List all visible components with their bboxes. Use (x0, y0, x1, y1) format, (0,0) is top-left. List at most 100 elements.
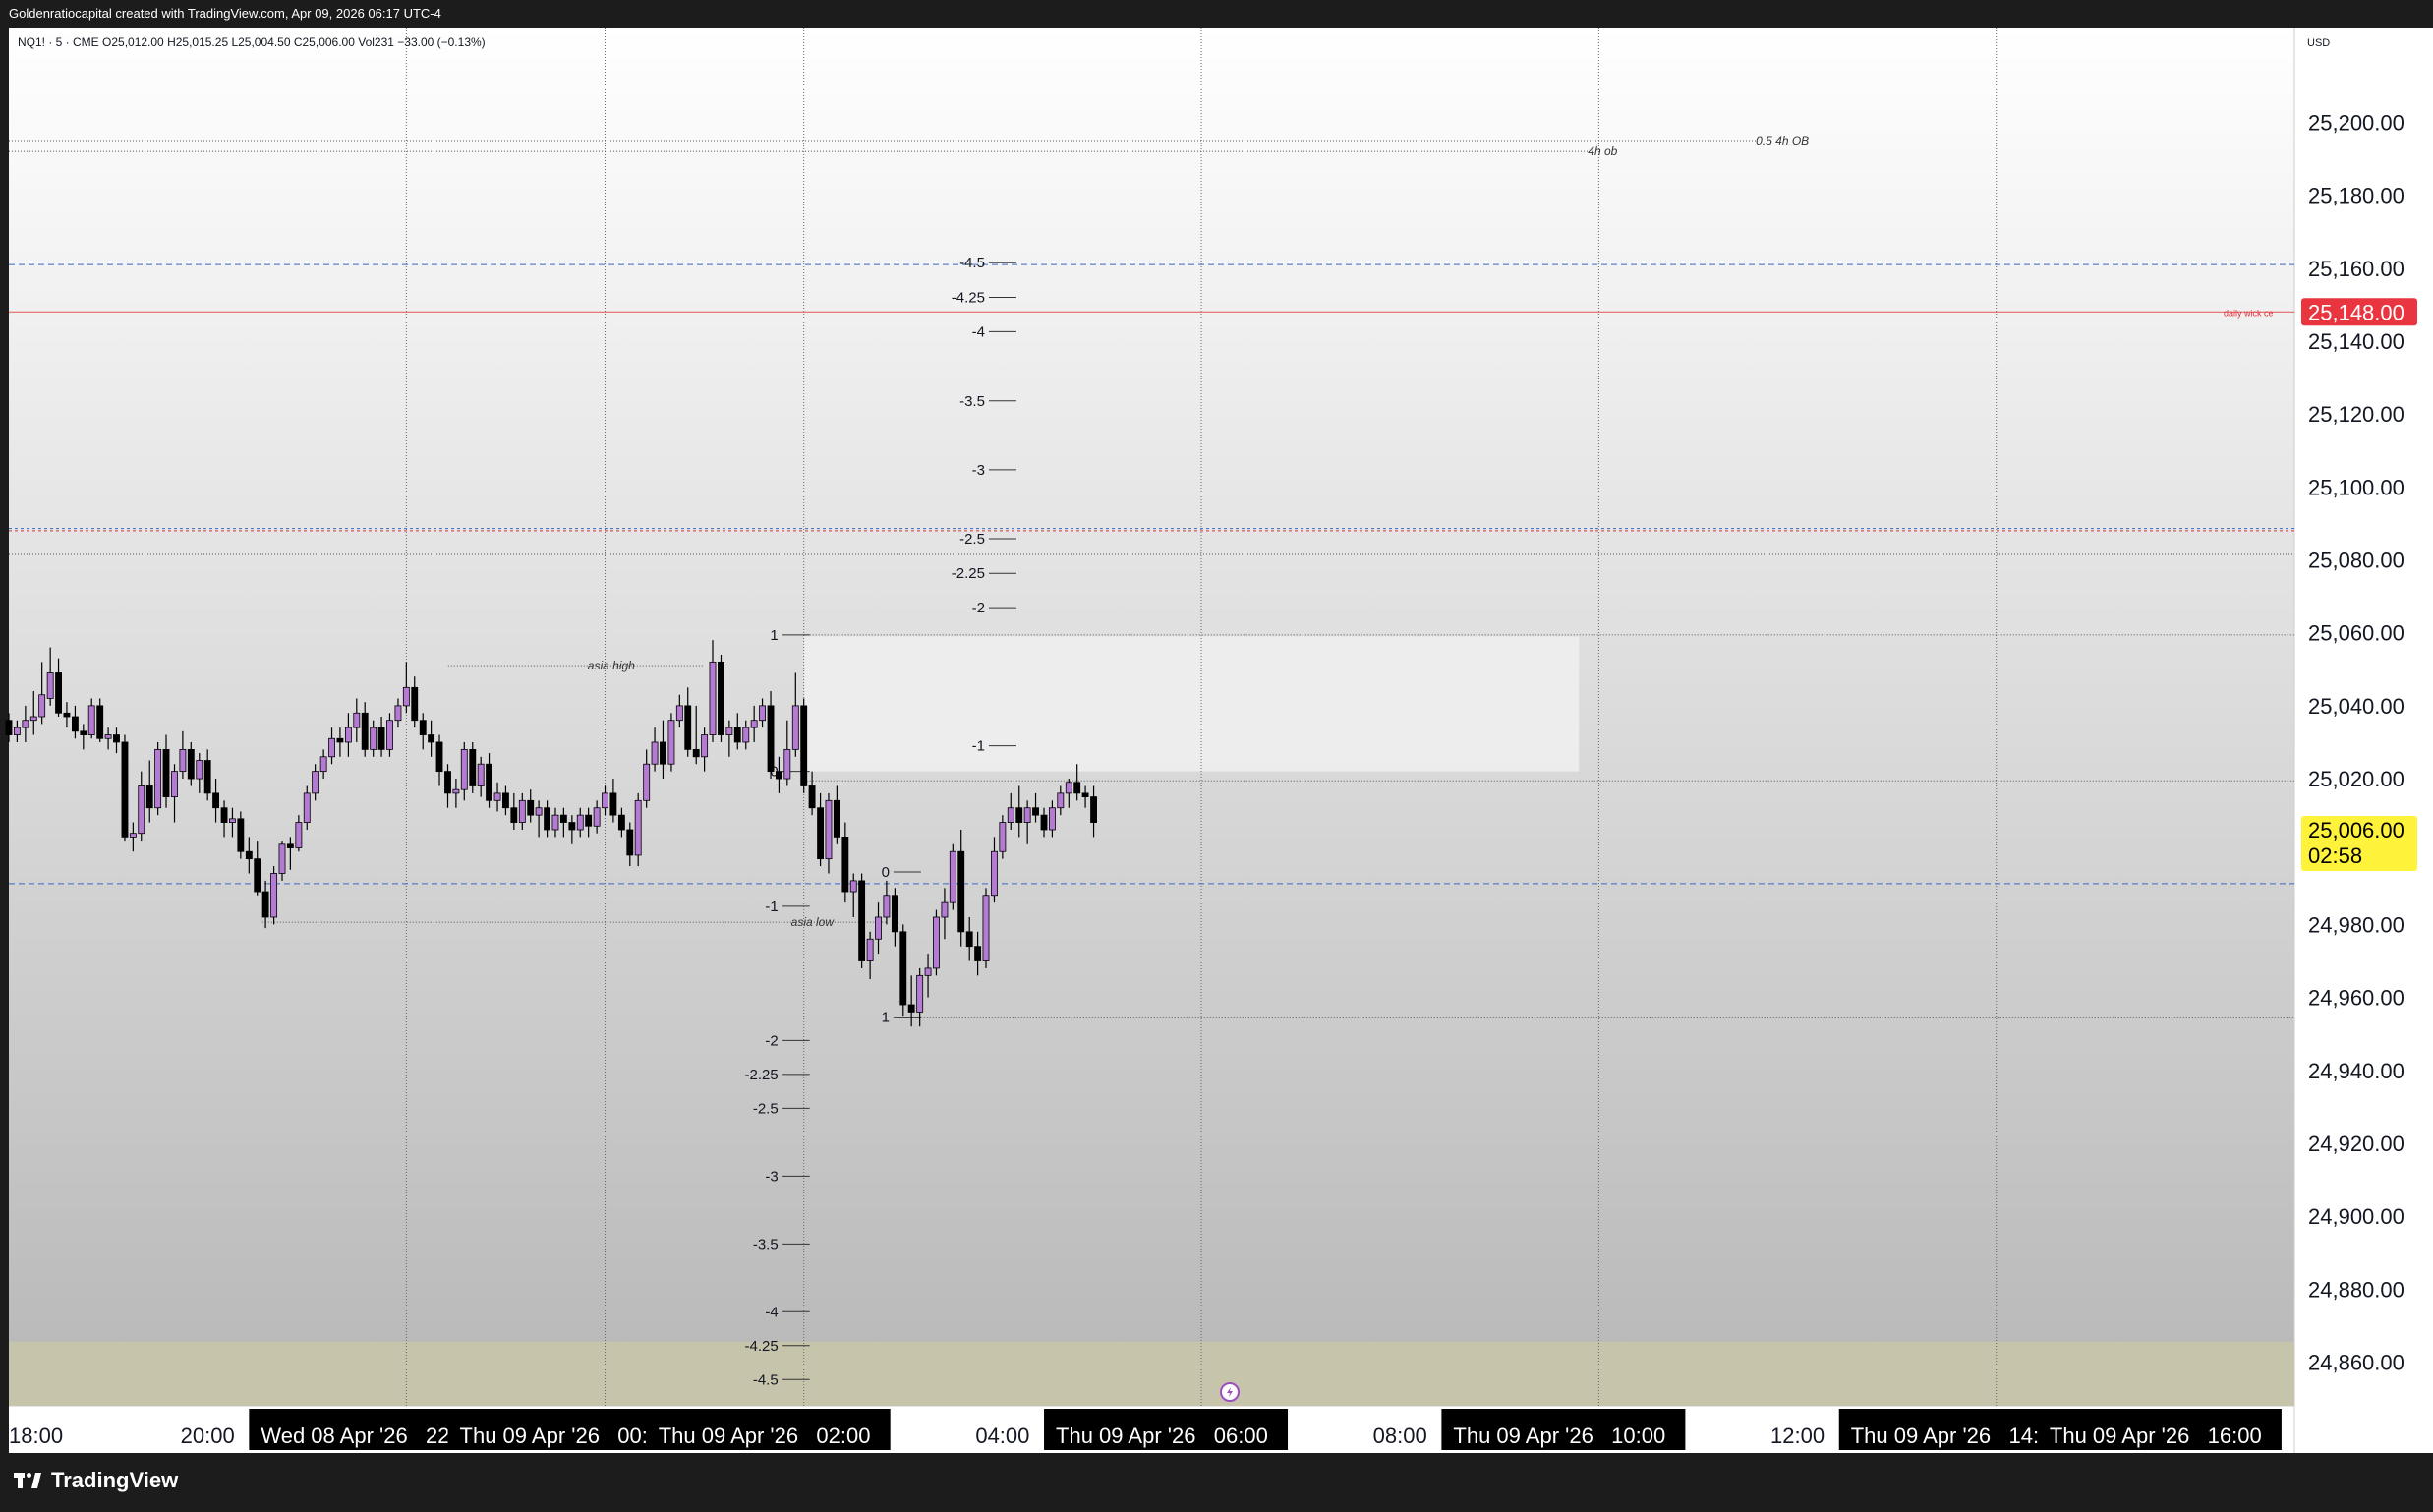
candle-body (783, 748, 791, 780)
replay-icon[interactable] (1220, 1382, 1240, 1402)
candle-body (1081, 792, 1089, 797)
candle-body (460, 748, 468, 790)
candle-body (692, 748, 700, 758)
fib-label-1-0: 1 (770, 627, 778, 644)
candle-body (817, 807, 825, 860)
candle-body (237, 818, 245, 852)
candle-body (800, 705, 808, 786)
candle-body (203, 760, 211, 794)
candle-body (162, 748, 170, 797)
candle-body (617, 814, 625, 831)
fib-label-0-7: -2 (972, 600, 985, 616)
candle-body (866, 938, 874, 961)
candle-body (411, 686, 419, 722)
candle[interactable] (469, 741, 477, 793)
candle-body (312, 771, 319, 794)
fib-label-1-6: -3 (765, 1168, 778, 1185)
candle-body (370, 727, 377, 750)
candle-body (1040, 814, 1048, 831)
tradingview-logo[interactable]: TradingView (14, 1468, 178, 1493)
candle-body (336, 737, 344, 743)
price-tag-label-1: 25,006.00 (2308, 818, 2404, 843)
candle-body (270, 873, 278, 918)
candle-body (510, 807, 518, 823)
candle-body (1023, 807, 1031, 823)
candle-body (486, 763, 492, 801)
price-tick-label: 24,860.00 (2308, 1350, 2404, 1374)
candle-body (261, 891, 269, 918)
candle-body (718, 661, 724, 735)
candle-body (469, 748, 477, 786)
candle-body (121, 741, 129, 838)
candle-body (527, 799, 535, 816)
candle-body (245, 850, 253, 860)
price-tick-label: 24,980.00 (2308, 912, 2404, 937)
candle-body (55, 672, 62, 714)
candle-body (377, 727, 385, 750)
candle[interactable] (933, 909, 940, 976)
price-tag-countdown-1: 02:58 (2308, 843, 2362, 868)
candle[interactable] (667, 713, 675, 772)
candle-body (849, 880, 857, 893)
time-label: 04:00 (975, 1424, 1029, 1448)
candle-body (675, 705, 683, 722)
candle-body (129, 833, 137, 838)
price-tick-label: 24,880.00 (2308, 1277, 2404, 1302)
candle[interactable] (634, 792, 642, 867)
candle-body (493, 792, 501, 801)
candle-body (544, 807, 551, 831)
candle-body (187, 748, 195, 780)
candle-body (949, 850, 956, 903)
footer: TradingView (0, 1453, 2433, 1512)
fib-label-1-5: -2.5 (753, 1100, 779, 1117)
candle-body (171, 771, 178, 797)
candle-body (602, 792, 608, 809)
time-label-boxed: Thu 09 Apr '26 10:00 (1453, 1424, 1665, 1448)
candle-body (791, 705, 799, 750)
candle-body (742, 727, 750, 743)
candle-body (593, 807, 601, 827)
candle-body (991, 850, 998, 897)
candle-body (924, 967, 932, 976)
candle-body (5, 720, 13, 735)
candle-body (394, 705, 402, 722)
candle[interactable] (154, 741, 162, 816)
candle[interactable] (858, 873, 866, 968)
candle-body (1057, 792, 1065, 809)
candle[interactable] (949, 843, 956, 910)
candle[interactable] (270, 866, 278, 925)
candle-body (286, 843, 294, 848)
candle-body (220, 807, 228, 823)
candle-body (96, 705, 104, 739)
candle-body (80, 730, 87, 735)
candle-body (551, 814, 559, 831)
candle-body (568, 822, 576, 831)
candle-body (576, 814, 584, 831)
candle[interactable] (718, 654, 724, 742)
candle[interactable] (121, 734, 129, 842)
candle-body (71, 716, 79, 732)
level-label-0: 0.5 4h OB (1756, 134, 1809, 147)
candle-body (1007, 807, 1014, 823)
candle[interactable] (237, 811, 245, 859)
candle-body (875, 916, 882, 940)
time-label: 18:00 (9, 1424, 63, 1448)
candle-body (295, 822, 303, 848)
candle-body (1073, 782, 1081, 794)
fib-label-1-7: -3.5 (753, 1236, 779, 1252)
candlestick-chart[interactable]: 0.5 4h OB 4h ob daily wick ce asia high asia… (0, 0, 2433, 1512)
candle-body (138, 785, 145, 835)
candle[interactable] (800, 698, 808, 793)
candle-body (841, 836, 849, 893)
price-tick-label: 24,960.00 (2308, 986, 2404, 1011)
candle-body (104, 734, 112, 739)
candle-body (916, 974, 924, 1013)
symbol-info-line: NQ1! · 5 · CME O25,012.00 H25,015.25 L25… (18, 35, 486, 49)
candle-body (38, 694, 46, 718)
candle[interactable] (982, 888, 990, 968)
candle-body (154, 748, 162, 809)
price-tick-label: 24,940.00 (2308, 1059, 2404, 1083)
candle[interactable] (899, 924, 907, 1017)
candle-body (328, 737, 335, 758)
candle-body (435, 741, 443, 773)
